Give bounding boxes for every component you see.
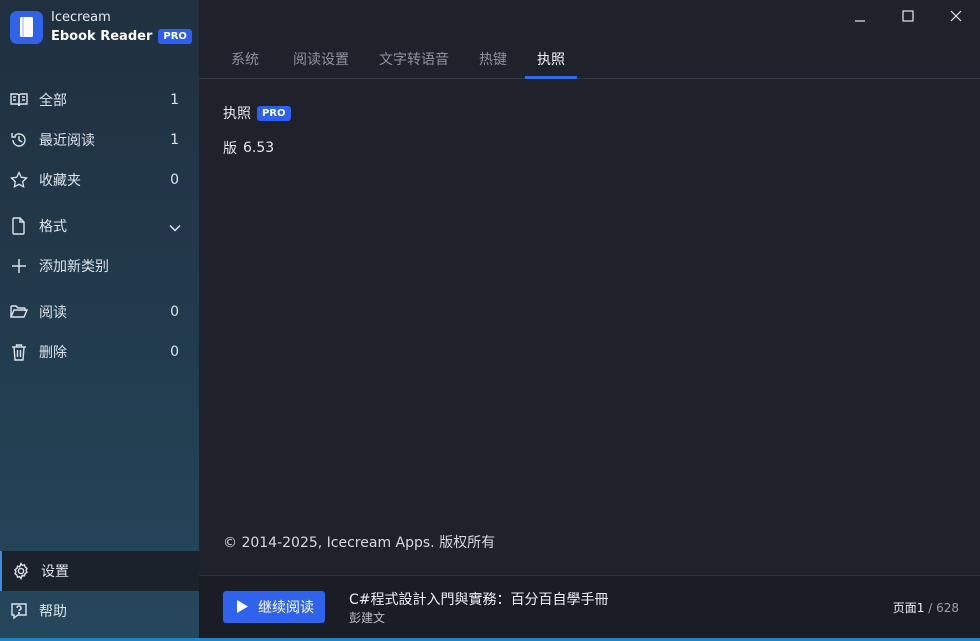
sidebar-item-count: 0 [170, 344, 179, 360]
close-icon [950, 10, 962, 22]
sidebar: Icecream Ebook Reader PRO 全部 1 最近阅读 1 收藏夹 [0, 0, 199, 641]
sidebar-item-settings[interactable]: 设置 [0, 551, 199, 591]
version-label: 版 [223, 141, 237, 157]
app-name-line2: Ebook Reader [51, 29, 153, 44]
star-icon [10, 171, 28, 189]
sidebar-item-label: 设置 [41, 564, 69, 580]
license-pro-badge: PRO [257, 105, 291, 121]
copyright-text: © 2014-2025, Icecream Apps. 版权所有 [223, 535, 496, 551]
tab-system[interactable]: 系统 [226, 40, 264, 78]
tab-hotkeys[interactable]: 热键 [475, 40, 511, 78]
history-icon [10, 131, 28, 149]
sidebar-item-label: 收藏夹 [39, 173, 81, 189]
sidebar-item-label: 帮助 [39, 604, 67, 620]
sidebar-item-add-category[interactable]: 添加新类别 [0, 246, 199, 286]
tab-reading-settings[interactable]: 阅读设置 [289, 40, 353, 78]
continue-reading-button[interactable]: 继续阅读 [223, 591, 325, 623]
sidebar-item-formats[interactable]: 格式 [0, 206, 199, 246]
settings-tabs: 系统 阅读设置 文字转语音 热键 执照 [199, 40, 980, 79]
tab-text-to-speech[interactable]: 文字转语音 [378, 40, 450, 78]
license-panel: 执照 PRO 版 6.53 [223, 100, 291, 160]
maximize-icon [902, 10, 914, 22]
maximize-button[interactable] [884, 4, 932, 28]
sidebar-item-count: 1 [170, 132, 179, 148]
folder-open-icon [10, 303, 28, 321]
current-book-title[interactable]: C#程式設計入門與實務：百分百自學手冊 [349, 589, 609, 609]
page-total: / 628 [928, 601, 959, 615]
page-current: 页面1 [892, 601, 925, 615]
gear-icon [12, 562, 30, 580]
sidebar-item-deleted[interactable]: 删除 0 [0, 332, 199, 372]
help-icon [10, 602, 28, 620]
tab-license[interactable]: 执照 [525, 40, 577, 79]
version-value: 6.53 [243, 140, 275, 156]
book-open-icon [10, 91, 28, 109]
sidebar-item-help[interactable]: 帮助 [0, 591, 199, 631]
window-controls [836, 4, 980, 28]
app-brand: Icecream Ebook Reader PRO [10, 10, 192, 44]
sidebar-item-label: 全部 [39, 93, 67, 109]
close-button[interactable] [932, 4, 980, 28]
chevron-down-icon[interactable] [169, 217, 181, 236]
continue-reading-bar: 继续阅读 C#程式設計入門與實務：百分百自學手冊 彭建文 页面1 / 628 [199, 575, 980, 638]
page-indicator: 页面1 / 628 [893, 599, 959, 616]
sidebar-item-label: 格式 [39, 219, 67, 235]
pro-badge: PRO [158, 29, 192, 44]
sidebar-item-label: 最近阅读 [39, 133, 95, 149]
license-title: 执照 [223, 106, 251, 122]
sidebar-item-reading[interactable]: 阅读 0 [0, 292, 199, 332]
sidebar-item-label: 删除 [39, 345, 67, 361]
sidebar-item-label: 添加新类别 [39, 259, 109, 275]
sidebar-item-favorites[interactable]: 收藏夹 0 [0, 160, 199, 200]
plus-icon [10, 257, 28, 275]
continue-reading-label: 继续阅读 [258, 600, 314, 616]
play-icon [237, 598, 248, 617]
app-logo-icon [10, 10, 43, 44]
app-name-line1: Icecream [51, 10, 111, 25]
sidebar-item-count: 0 [170, 304, 179, 320]
sidebar-item-label: 阅读 [39, 305, 67, 321]
file-icon [10, 217, 28, 235]
sidebar-item-all[interactable]: 全部 1 [0, 80, 199, 120]
minimize-button[interactable] [836, 4, 884, 28]
trash-icon [10, 343, 28, 361]
sidebar-item-count: 0 [170, 172, 179, 188]
minimize-icon [855, 20, 865, 22]
sidebar-item-count: 1 [170, 92, 179, 108]
current-book-author: 彭建文 [349, 611, 386, 625]
sidebar-item-recent[interactable]: 最近阅读 1 [0, 120, 199, 160]
